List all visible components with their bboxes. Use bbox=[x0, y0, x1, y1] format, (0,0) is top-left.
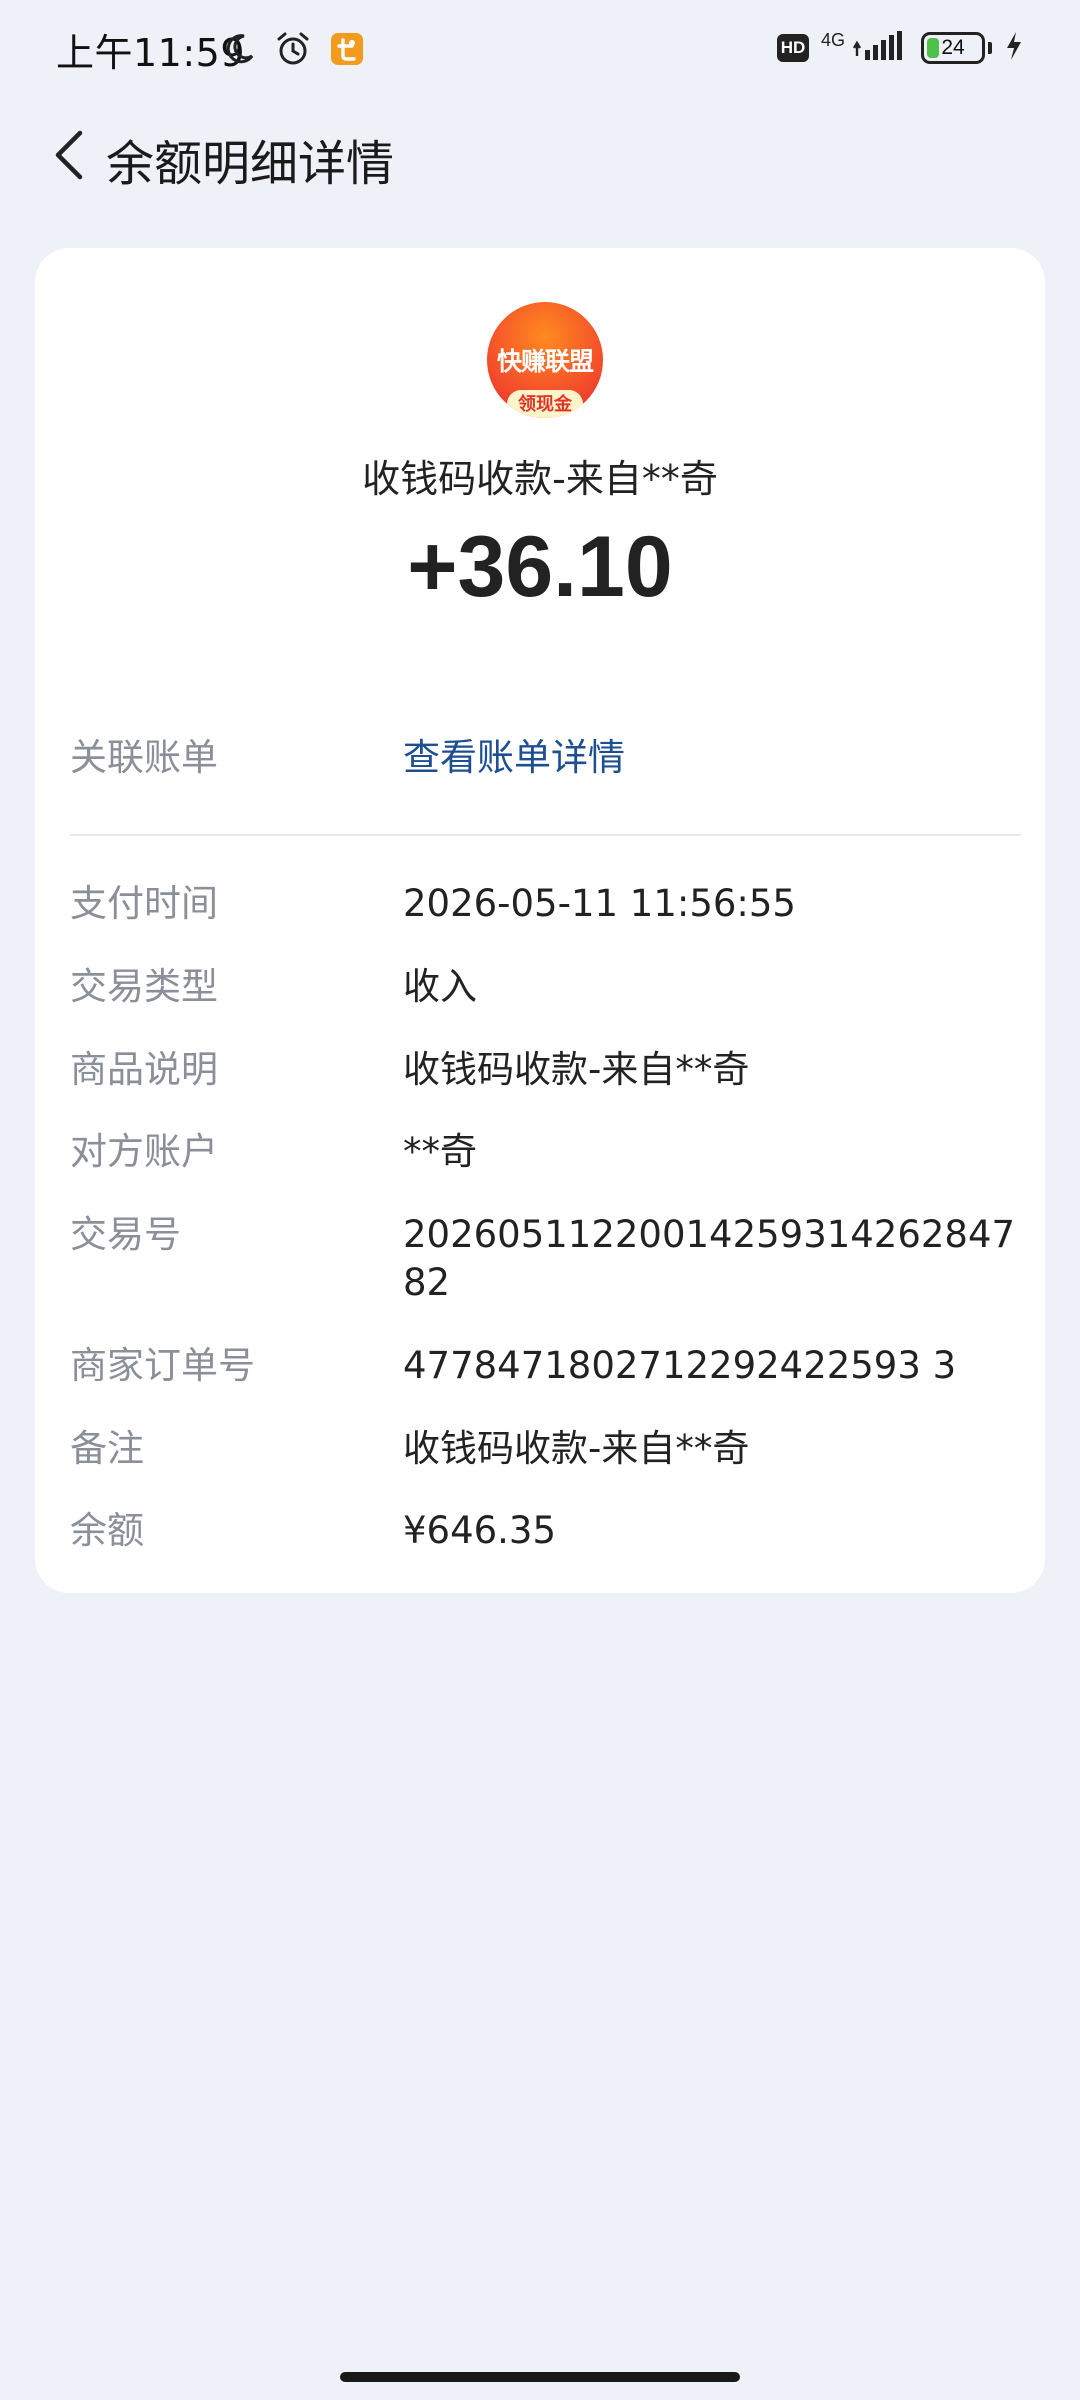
back-arrow-icon bbox=[55, 130, 83, 180]
detail-label: 余额 bbox=[70, 1509, 144, 1552]
detail-label: 支付时间 bbox=[70, 882, 218, 925]
app-header: 余额明细详情 bbox=[0, 100, 1080, 210]
detail-value: 4778471802712292422593 3 bbox=[403, 1344, 957, 1387]
logo-subtext: 领现金 bbox=[507, 390, 583, 418]
battery-cap bbox=[988, 42, 992, 54]
moon-icon bbox=[222, 32, 256, 70]
charging-icon bbox=[1004, 30, 1024, 66]
transaction-detail-card: 快赚联盟 领现金 收钱码收款-来自**奇 +36.10 关联账单 查看账单详情 … bbox=[35, 248, 1045, 1593]
transaction-amount: +36.10 bbox=[407, 519, 673, 615]
battery-percent: 24 bbox=[941, 36, 965, 59]
back-button[interactable] bbox=[30, 115, 110, 195]
detail-label: 商品说明 bbox=[70, 1048, 218, 1091]
transaction-title: 收钱码收款-来自**奇 bbox=[362, 457, 718, 501]
detail-label: 商家订单号 bbox=[70, 1344, 255, 1387]
view-bill-detail-link[interactable]: 查看账单详情 bbox=[403, 734, 1025, 782]
status-left-icons bbox=[222, 30, 364, 72]
detail-value: 收钱码收款-来自**奇 bbox=[403, 1048, 750, 1091]
network-type: 4G bbox=[820, 29, 845, 50]
detail-label: 交易号 bbox=[70, 1213, 181, 1256]
status-time: 上午11:59 bbox=[56, 31, 246, 75]
detail-value: 20260511220014259314262847 82 bbox=[403, 1213, 1016, 1304]
status-right: HD 4G 24 bbox=[776, 29, 1024, 66]
detail-value: ¥646.35 bbox=[403, 1509, 557, 1552]
battery-indicator: 24 bbox=[921, 32, 985, 64]
home-indicator[interactable] bbox=[340, 2372, 740, 2382]
hd-badge: HD bbox=[776, 34, 809, 62]
detail-value: 收钱码收款-来自**奇 bbox=[403, 1427, 750, 1470]
detail-value: 收入 bbox=[403, 965, 477, 1008]
signal-icon bbox=[851, 30, 909, 66]
page-title: 余额明细详情 bbox=[106, 136, 395, 192]
status-bar: 上午11:59 HD 4G 24 bbox=[0, 0, 1080, 100]
linked-bill-label: 关联账单 bbox=[70, 736, 218, 779]
logo-text: 快赚联盟 bbox=[496, 347, 594, 376]
detail-label: 备注 bbox=[70, 1427, 144, 1470]
app-notification-icon bbox=[330, 32, 364, 70]
divider bbox=[70, 834, 1021, 836]
detail-label: 对方账户 bbox=[70, 1130, 218, 1173]
detail-label: 交易类型 bbox=[70, 965, 218, 1008]
alarm-clock-icon bbox=[274, 30, 312, 72]
merchant-logo: 快赚联盟 领现金 bbox=[487, 302, 603, 418]
detail-value: **奇 bbox=[403, 1130, 477, 1173]
detail-value: 2026-05-11 11:56:55 bbox=[403, 882, 796, 925]
